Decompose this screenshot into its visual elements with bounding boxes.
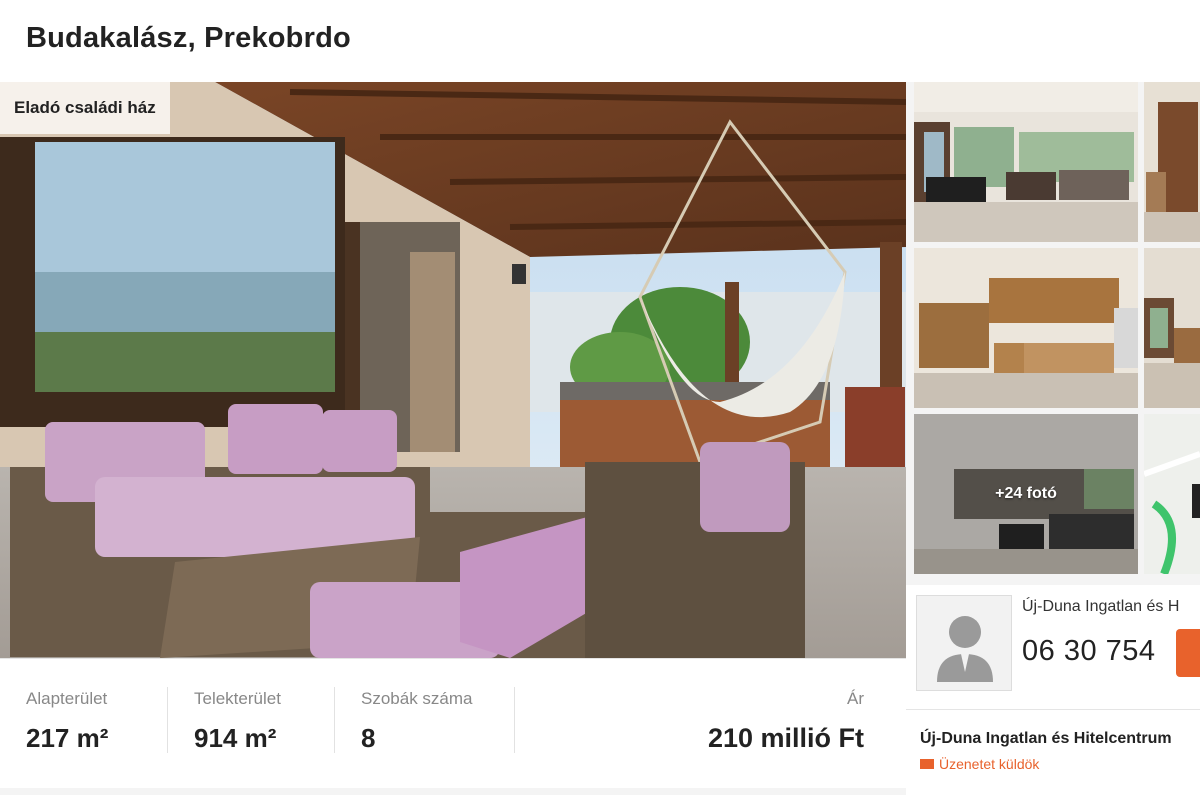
more-photos-overlay[interactable]: +24 fotó — [914, 414, 1138, 574]
thumbnail-map[interactable] — [1144, 414, 1200, 574]
living-room-photo — [914, 82, 1138, 242]
thumbnail-open-living-area[interactable]: +24 fotó — [914, 414, 1138, 574]
bookshelf-room-photo — [1144, 82, 1200, 242]
stat-plot: Telekterület 914 m² — [194, 689, 281, 754]
stat-price-value: 210 millió Ft — [707, 723, 864, 753]
property-type-badge: Eladó családi ház — [0, 82, 170, 134]
map-preview — [1144, 414, 1200, 574]
divider — [334, 687, 335, 753]
divider — [167, 687, 168, 753]
thumbnail-kitchen[interactable] — [914, 248, 1138, 408]
stat-area: Alapterület 217 m² — [26, 689, 108, 754]
stat-rooms-label: Szobák száma — [361, 689, 473, 708]
kitchen-photo — [914, 248, 1138, 408]
thumbnail-dining-room[interactable] — [1144, 248, 1200, 408]
agent-name[interactable]: Új-Duna Ingatlan és H — [1022, 598, 1179, 616]
header: Budakalász, Prekobrdo — [0, 0, 1200, 82]
send-message-label: Üzenetet küldök — [939, 756, 1040, 772]
avatar — [916, 595, 1012, 691]
divider — [906, 709, 1200, 710]
office-name[interactable]: Új-Duna Ingatlan és Hitelcentrum — [920, 730, 1172, 748]
divider — [514, 687, 515, 753]
stat-plot-label: Telekterület — [194, 689, 281, 708]
show-phone-button[interactable] — [1176, 629, 1200, 677]
thumbnail-living-room[interactable] — [914, 82, 1138, 242]
stat-price: Ár 210 millió Ft — [708, 689, 864, 754]
stat-plot-value: 914 m² — [194, 723, 277, 753]
send-message-link[interactable]: Üzenetet küldök — [920, 756, 1039, 772]
stat-area-label: Alapterület — [26, 689, 108, 708]
page-title: Budakalász, Prekobrdo — [26, 22, 351, 54]
listing-page: Budakalász, Prekobrdo Eladó családi ház … — [0, 0, 1200, 795]
terrace-photo — [0, 82, 906, 658]
stat-rooms: Szobák száma 8 — [361, 689, 473, 754]
listing-stats: Alapterület 217 m² Telekterület 914 m² S… — [0, 658, 906, 788]
main-photo[interactable]: Eladó családi ház — [0, 82, 906, 658]
agent-phone[interactable]: 06 30 754 — [1022, 635, 1156, 668]
dining-room-photo — [1144, 248, 1200, 408]
agent-card: Új-Duna Ingatlan és H 06 30 754 Új-Duna … — [906, 585, 1200, 795]
thumbnail-bookshelf-room[interactable] — [1144, 82, 1200, 242]
stat-area-value: 217 m² — [26, 723, 109, 753]
stat-rooms-value: 8 — [361, 723, 376, 753]
person-icon — [937, 616, 993, 682]
envelope-icon — [920, 759, 934, 769]
stat-price-label: Ár — [847, 689, 864, 708]
